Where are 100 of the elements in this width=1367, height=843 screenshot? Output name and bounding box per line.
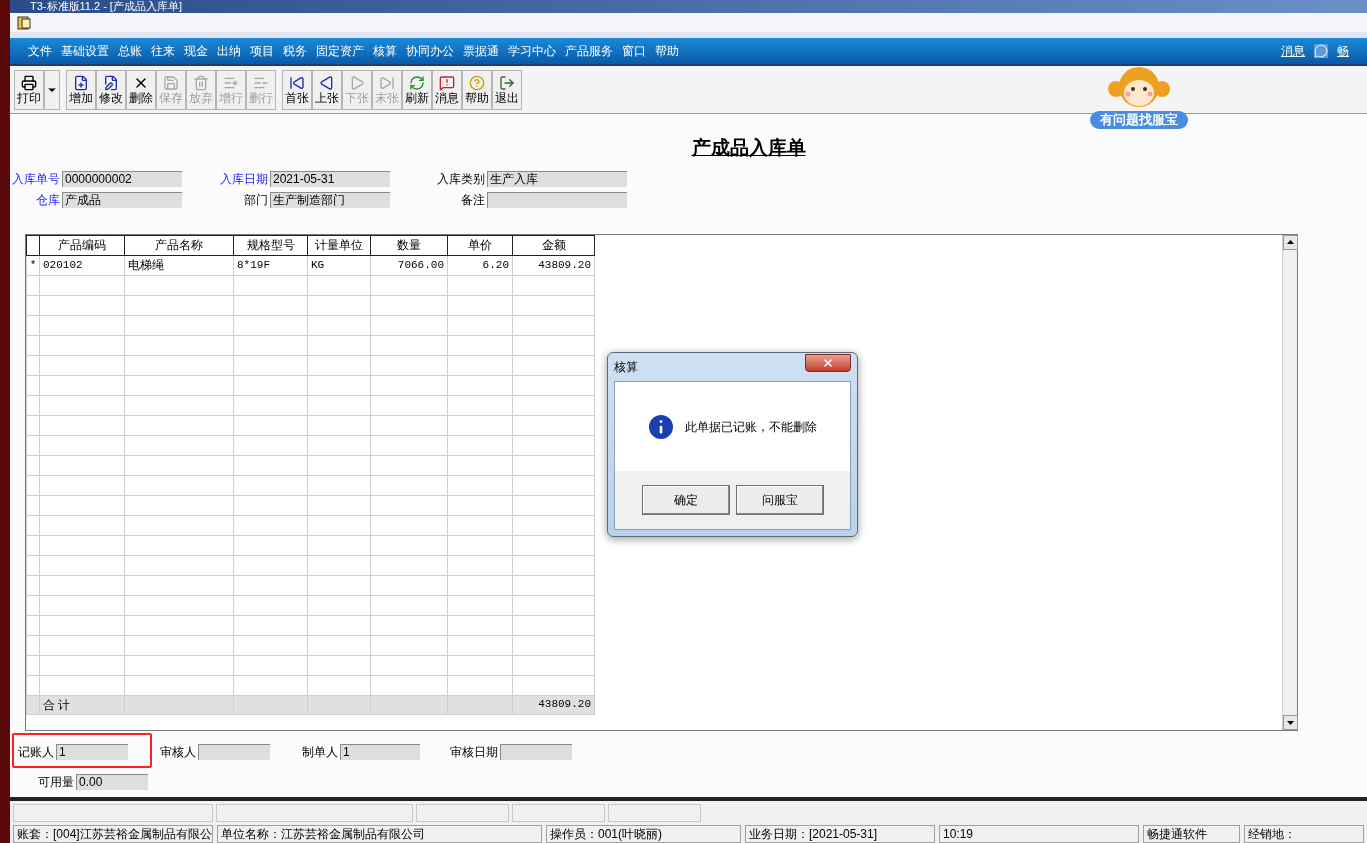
next-icon (349, 74, 365, 91)
status-segment: 账套：[004]江苏芸裕金属制品有限公 (13, 825, 213, 843)
input-field[interactable]: 0000000002 (62, 170, 182, 187)
input-field[interactable]: 0.00 (76, 773, 148, 790)
toolbar-button[interactable]: 首张 (282, 69, 312, 110)
form-title: 产成品入库单 (691, 136, 806, 160)
brand-link[interactable]: 畅 (1337, 42, 1349, 60)
field-label: 备注 (460, 191, 485, 209)
field-label: 入库日期 (219, 170, 268, 188)
chat-icon (1314, 44, 1328, 58)
toolbar-button[interactable]: 上张 (312, 69, 342, 110)
menu-item[interactable]: 学习中心 (508, 42, 556, 60)
field-label: 入库类别 (436, 170, 485, 188)
table-cell: KG (307, 255, 371, 275)
close-icon (822, 357, 834, 369)
status-segment: 畅捷通软件 (1143, 825, 1240, 843)
menu-item[interactable]: 税务 (283, 42, 307, 60)
add-document-icon (73, 74, 89, 91)
toolbar-button[interactable]: 刷新 (402, 69, 432, 110)
toolbar-button[interactable]: 删除 (126, 69, 156, 110)
row-marker: * (26, 255, 40, 275)
input-field[interactable]: 生产制造部门 (270, 191, 390, 208)
input-field[interactable]: 产成品 (62, 191, 182, 208)
menu-item[interactable]: 总账 (118, 42, 142, 60)
column-header: 规格型号 (233, 235, 308, 255)
column-header: 单价 (447, 235, 513, 255)
status-segment: 10:19 (939, 825, 1139, 843)
column-header: 计量单位 (307, 235, 371, 255)
dialog-button[interactable]: 问服宝 (735, 485, 824, 515)
printer-icon (21, 74, 37, 91)
input-field[interactable] (500, 743, 572, 760)
dialog-title: 核算 (614, 359, 638, 376)
menu-item[interactable]: 出纳 (217, 42, 241, 60)
edit-document-icon (103, 74, 119, 91)
table-cell: 43809.20 (512, 255, 595, 275)
field-label: 入库单号 (11, 170, 60, 188)
table-cell: 6.20 (447, 255, 513, 275)
column-header: 数量 (370, 235, 448, 255)
trash-icon (193, 74, 209, 91)
field-label: 审核日期 (450, 743, 498, 761)
total-label: 合 计 (39, 695, 125, 714)
dialog-message: 此单据已记账，不能删除 (685, 418, 817, 436)
input-field[interactable] (487, 191, 627, 208)
close-button[interactable] (805, 354, 851, 372)
input-field[interactable] (198, 743, 270, 760)
dropdown-button[interactable] (44, 69, 60, 110)
field-label: 可用量 (37, 773, 74, 791)
status-segment: 操作员：001(叶晓丽) (546, 825, 741, 843)
toolbar-button[interactable]: 打印 (14, 69, 44, 110)
menu-item[interactable]: 基础设置 (61, 42, 109, 60)
toolbar-button[interactable]: 消息 (432, 69, 462, 110)
exit-icon (499, 74, 515, 91)
menu-item[interactable]: 往来 (151, 42, 175, 60)
help-icon (469, 74, 485, 91)
menu-item[interactable]: 核算 (373, 42, 397, 60)
toolbar-button[interactable]: 帮助 (462, 69, 492, 110)
input-field[interactable]: 1 (56, 743, 128, 760)
status-segment: 业务日期：[2021-05-31] (745, 825, 935, 843)
previous-icon (319, 74, 335, 91)
menu-item[interactable]: 文件 (28, 42, 52, 60)
messages-link[interactable]: 消息 (1281, 42, 1305, 60)
scroll-down-icon[interactable] (1283, 714, 1298, 730)
field-label: 仓库 (35, 191, 60, 209)
field-label: 记账人 (17, 743, 54, 761)
save-icon (163, 74, 179, 91)
help-badge[interactable]: 有问题找服宝 (1090, 111, 1188, 129)
menu-item[interactable]: 帮助 (655, 42, 679, 60)
status-segment: 单位名称：江苏芸裕金属制品有限公司 (217, 825, 542, 843)
table-cell: 电梯绳 (124, 255, 234, 275)
input-field[interactable]: 生产入库 (487, 170, 627, 187)
table-cell: 020102 (39, 255, 125, 275)
field-label: 部门 (243, 191, 268, 209)
menu-item[interactable]: 固定资产 (316, 42, 364, 60)
toolbar-button[interactable]: 退出 (492, 69, 522, 110)
window-title: T3-标准版11.2 - [产成品入库单] (30, 0, 182, 13)
menu-item[interactable]: 项目 (250, 42, 274, 60)
menu-item[interactable]: 窗口 (622, 42, 646, 60)
menu-item[interactable]: 票据通 (463, 42, 499, 60)
app-icon (16, 14, 32, 31)
column-header: 产品名称 (124, 235, 234, 255)
last-icon (379, 74, 395, 91)
scrollbar[interactable] (1282, 234, 1297, 730)
total-amount: 43809.20 (512, 695, 595, 714)
menu-item[interactable]: 现金 (184, 42, 208, 60)
menu-item[interactable]: 协同办公 (406, 42, 454, 60)
toolbar-button[interactable]: 修改 (96, 69, 126, 110)
dialog-button[interactable]: 确定 (641, 485, 730, 515)
field-label: 审核人 (159, 743, 196, 761)
toolbar-button[interactable]: 增加 (66, 69, 96, 110)
column-header: 金额 (512, 235, 595, 255)
table-cell: 8*19F (233, 255, 308, 275)
message-icon (439, 74, 455, 91)
input-field[interactable]: 1 (340, 743, 420, 760)
table-cell: 7066.00 (370, 255, 448, 275)
menu-item[interactable]: 产品服务 (565, 42, 613, 60)
first-icon (289, 74, 305, 91)
scroll-up-icon[interactable] (1283, 234, 1298, 250)
refresh-icon (409, 74, 425, 91)
column-header: 产品编码 (39, 235, 125, 255)
input-field[interactable]: 2021-05-31 (270, 170, 390, 187)
